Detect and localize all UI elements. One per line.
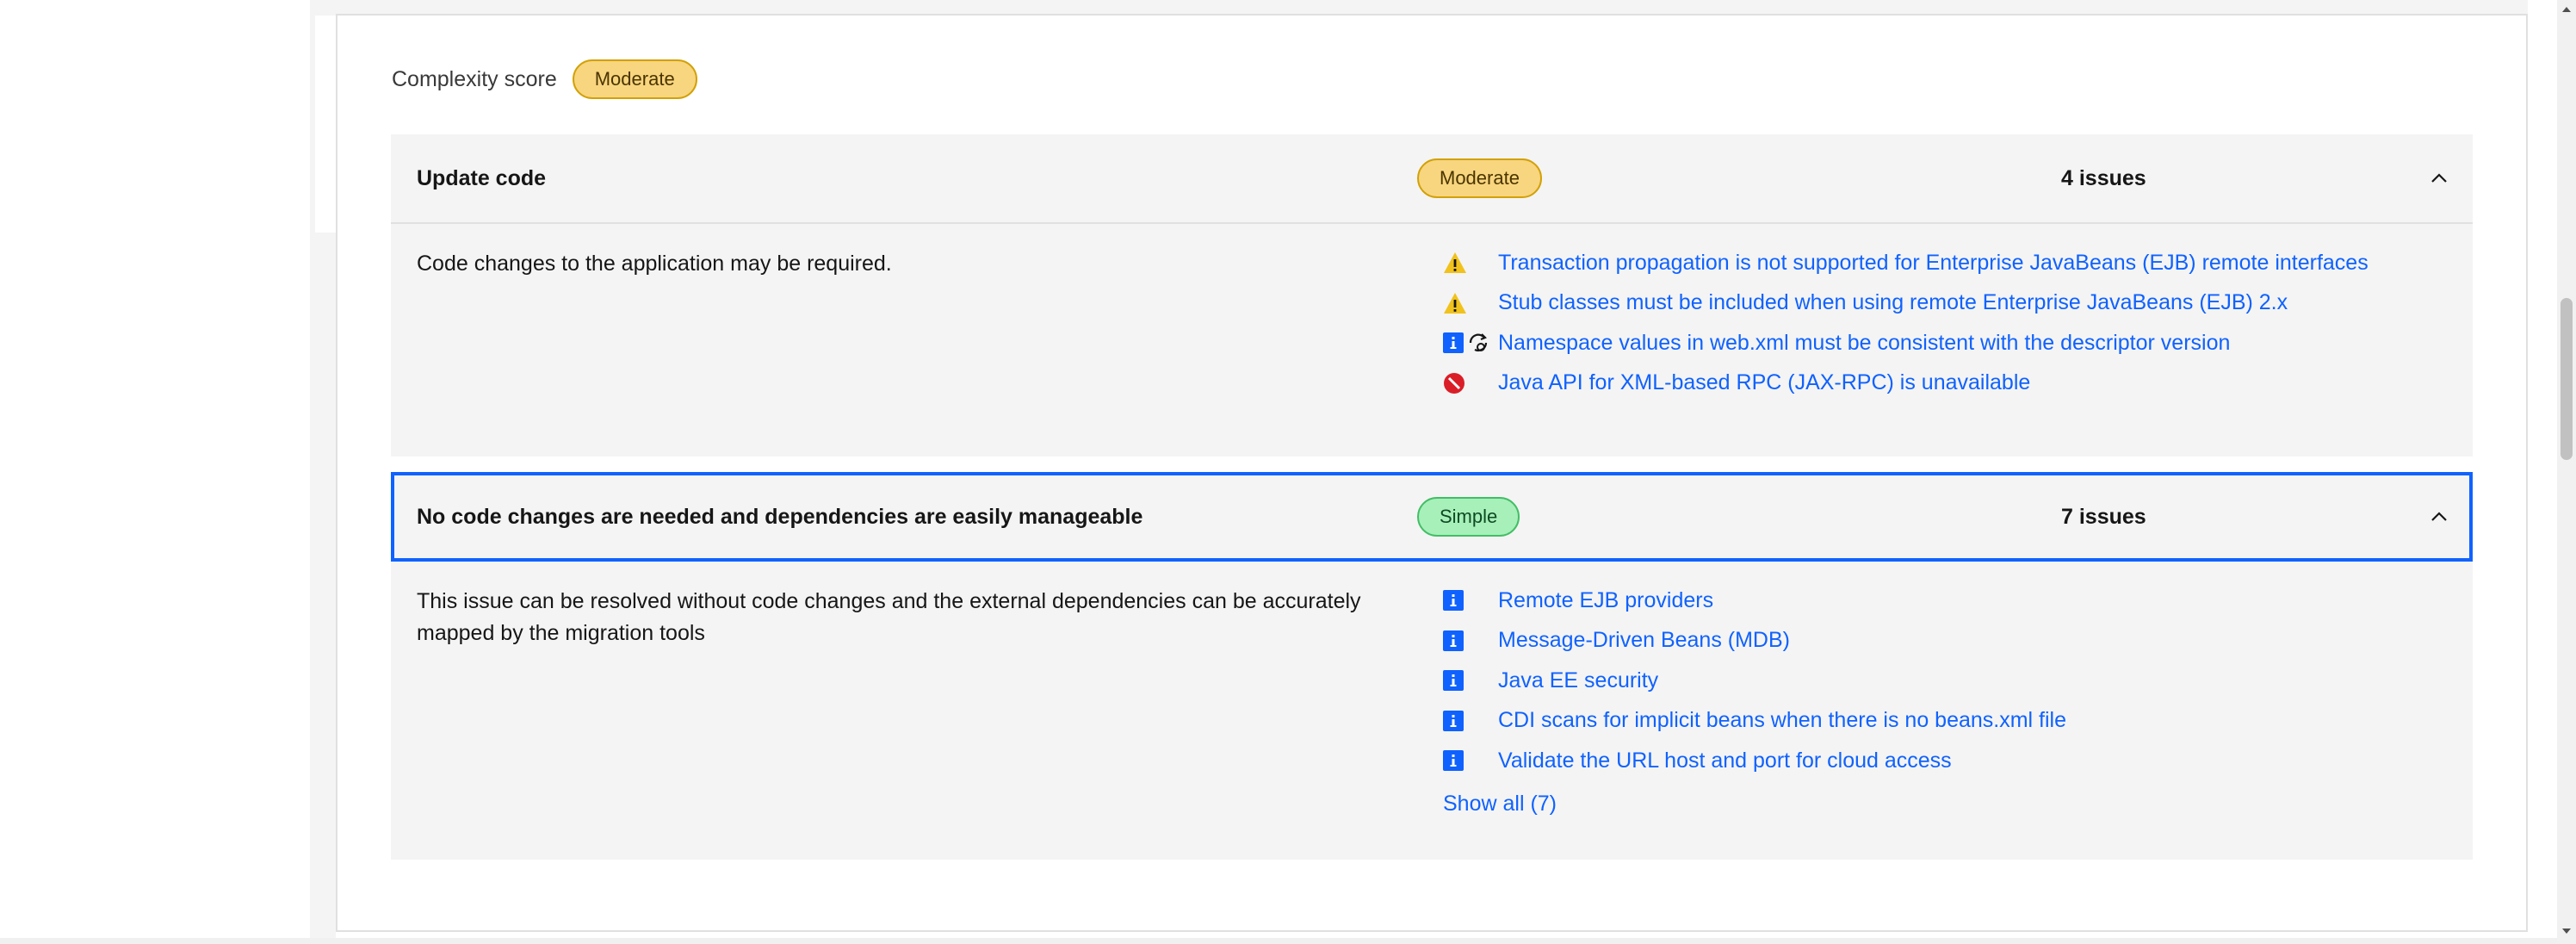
section-title: Update code [417, 165, 547, 190]
error-icon [1444, 372, 1464, 394]
list-item: Namespace values in web.xml must be cons… [1443, 323, 2459, 363]
list-item: CDI scans for implicit beans when there … [1443, 701, 2459, 742]
section-no-code-changes: No code changes are needed and dependenc… [391, 472, 2473, 860]
issue-link[interactable]: Java API for XML-based RPC (JAX-RPC) is … [1498, 370, 2030, 395]
list-item: Java API for XML-based RPC (JAX-RPC) is … [1443, 363, 2459, 404]
warning-icon [1444, 292, 1466, 314]
horizontal-scrollbar[interactable] [0, 938, 2557, 944]
issue-link[interactable]: Message-Driven Beans (MDB) [1498, 628, 1790, 653]
list-item: Validate the URL host and port for cloud… [1443, 741, 2459, 781]
list-item: Stub classes must be included when using… [1443, 283, 2459, 324]
info-icon [1443, 670, 1464, 692]
scroll-down-arrow-icon[interactable] [2557, 922, 2576, 941]
info-icon [1443, 590, 1464, 612]
list-item: Remote EJB providers [1443, 581, 2459, 621]
issue-link[interactable]: Java EE security [1498, 668, 1658, 693]
section-update-code: Update code Moderate 4 issues Code chang… [391, 134, 2473, 456]
section-issue-count: 7 issues [2061, 504, 2146, 529]
left-pane-edge [310, 0, 315, 233]
section-title: No code changes are needed and dependenc… [417, 504, 1143, 529]
issue-link[interactable]: Remote EJB providers [1498, 588, 1713, 613]
issue-list: Remote EJB providers Message-Driven Bean… [1443, 581, 2459, 781]
chevron-up-icon[interactable] [2426, 134, 2452, 222]
info-icon [1443, 332, 1464, 354]
list-item: Transaction propagation is not supported… [1443, 243, 2459, 283]
scrollbar-thumb[interactable] [2561, 298, 2573, 460]
issue-link[interactable]: Transaction propagation is not supported… [1498, 251, 2369, 276]
info-icon [1443, 630, 1464, 651]
section-complexity-badge: Moderate [1417, 158, 1542, 198]
issue-link[interactable]: Namespace values in web.xml must be cons… [1498, 331, 2230, 356]
section-description: Code changes to the application may be r… [417, 252, 892, 276]
section-description: This issue can be resolved without code … [417, 589, 1361, 645]
section-header-no-code-changes[interactable]: No code changes are needed and dependenc… [391, 472, 2473, 562]
chevron-up-icon[interactable] [2426, 475, 2452, 558]
complexity-score: Complexity score Moderate [392, 59, 697, 100]
warning-icon [1444, 252, 1466, 274]
issue-link[interactable]: CDI scans for implicit beans when there … [1498, 708, 2066, 733]
show-all-link[interactable]: Show all (7) [1443, 792, 1557, 817]
section-complexity-badge: Simple [1417, 497, 1520, 537]
list-item: Message-Driven Beans (MDB) [1443, 621, 2459, 661]
automated-fix-icon [1469, 333, 1488, 352]
complexity-score-badge: Moderate [572, 59, 697, 99]
list-item: Java EE security [1443, 661, 2459, 701]
issue-link[interactable]: Validate the URL host and port for cloud… [1498, 748, 1952, 773]
section-issue-count: 4 issues [2061, 165, 2146, 190]
info-icon [1443, 710, 1464, 731]
issue-list: Transaction propagation is not supported… [1443, 243, 2459, 403]
issue-link[interactable]: Stub classes must be included when using… [1498, 290, 2288, 315]
page-gutter [310, 233, 336, 944]
left-pane [0, 0, 315, 944]
complexity-score-label: Complexity score [392, 66, 557, 91]
vertical-scrollbar[interactable] [2557, 0, 2576, 944]
info-icon [1443, 750, 1464, 772]
section-header-update-code[interactable]: Update code Moderate 4 issues [391, 134, 2473, 224]
scroll-up-arrow-icon[interactable] [2557, 0, 2576, 19]
